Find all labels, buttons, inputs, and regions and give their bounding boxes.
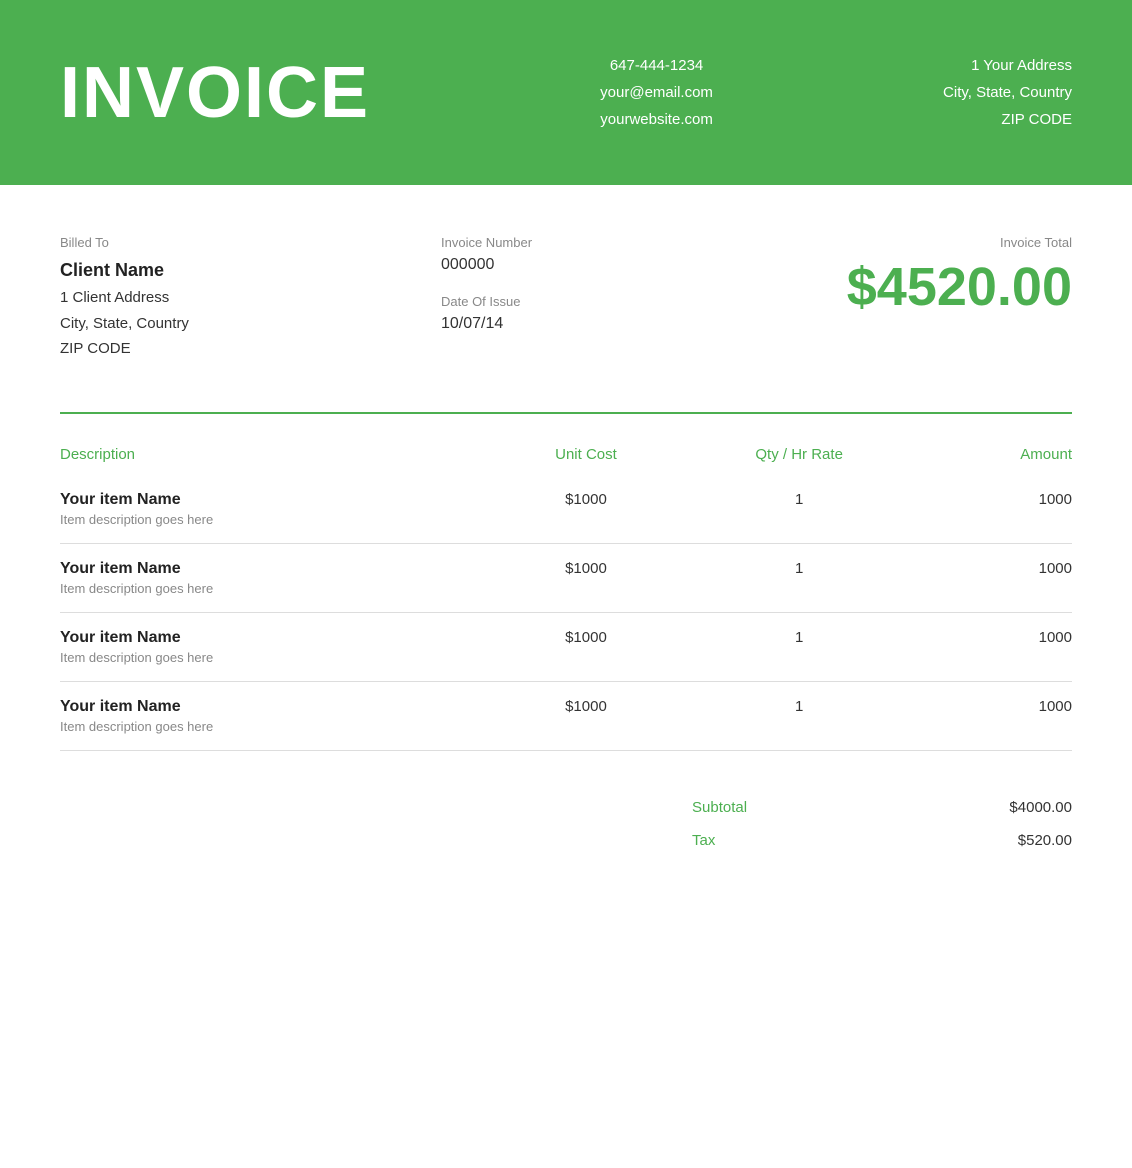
item-name: Your item Name (60, 629, 498, 647)
item-desc: Item description goes here (60, 512, 498, 527)
item-qty: 1 (674, 475, 924, 544)
header-address-line1: 1 Your Address (943, 52, 1072, 79)
subtotal-value: $4000.00 (1009, 799, 1072, 816)
item-desc: Item description goes here (60, 581, 498, 596)
invoice-table: Description Unit Cost Qty / Hr Rate Amou… (60, 434, 1072, 751)
item-unit-cost: $1000 (498, 475, 674, 544)
invoice-title: INVOICE (60, 52, 370, 134)
client-name: Client Name (60, 260, 360, 281)
item-desc: Item description goes here (60, 719, 498, 734)
item-desc: Item description goes here (60, 650, 498, 665)
client-address1: 1 Client Address (60, 285, 360, 311)
header-contact-info: 647-444-1234 your@email.com yourwebsite.… (600, 52, 713, 133)
totals-table: Subtotal $4000.00 Tax $520.00 (692, 791, 1072, 857)
billed-to-block: Billed To Client Name 1 Client Address C… (60, 235, 360, 362)
item-qty: 1 (674, 612, 924, 681)
invoice-total-amount: $4520.00 (772, 258, 1072, 317)
table-header-row: Description Unit Cost Qty / Hr Rate Amou… (60, 434, 1072, 475)
date-label: Date Of Issue (441, 294, 691, 309)
header-address-zip: ZIP CODE (943, 106, 1072, 133)
header-website: yourwebsite.com (600, 106, 713, 133)
item-amount: 1000 (924, 681, 1072, 750)
subtotal-row: Subtotal $4000.00 (692, 791, 1072, 824)
item-name: Your item Name (60, 698, 498, 716)
item-amount: 1000 (924, 475, 1072, 544)
item-description-cell: Your item Name Item description goes her… (60, 681, 498, 750)
table-row: Your item Name Item description goes her… (60, 681, 1072, 750)
invoice-body: Billed To Client Name 1 Client Address C… (0, 185, 1132, 907)
tax-row: Tax $520.00 (692, 824, 1072, 857)
invoice-document: INVOICE 647-444-1234 your@email.com your… (0, 0, 1132, 1168)
invoice-total-block: Invoice Total $4520.00 (772, 235, 1072, 362)
billing-section: Billed To Client Name 1 Client Address C… (60, 235, 1072, 362)
section-divider (60, 412, 1072, 414)
item-name: Your item Name (60, 560, 498, 578)
subtotal-label: Subtotal (692, 799, 747, 816)
tax-value: $520.00 (1018, 832, 1072, 849)
col-header-qty: Qty / Hr Rate (674, 434, 924, 475)
item-description-cell: Your item Name Item description goes her… (60, 543, 498, 612)
date-value: 10/07/14 (441, 315, 691, 333)
col-header-amount: Amount (924, 434, 1072, 475)
col-header-description: Description (60, 434, 498, 475)
header-address-info: 1 Your Address City, State, Country ZIP … (943, 52, 1072, 133)
invoice-number-value: 000000 (441, 256, 691, 274)
item-unit-cost: $1000 (498, 612, 674, 681)
item-amount: 1000 (924, 612, 1072, 681)
table-row: Your item Name Item description goes her… (60, 475, 1072, 544)
header-address-line2: City, State, Country (943, 79, 1072, 106)
client-zip: ZIP CODE (60, 336, 360, 362)
item-description-cell: Your item Name Item description goes her… (60, 612, 498, 681)
header-email: your@email.com (600, 79, 713, 106)
table-row: Your item Name Item description goes her… (60, 543, 1072, 612)
item-name: Your item Name (60, 491, 498, 509)
table-row: Your item Name Item description goes her… (60, 612, 1072, 681)
totals-section: Subtotal $4000.00 Tax $520.00 (60, 791, 1072, 857)
item-qty: 1 (674, 543, 924, 612)
invoice-items-body: Your item Name Item description goes her… (60, 475, 1072, 751)
header-phone: 647-444-1234 (600, 52, 713, 79)
client-address2: City, State, Country (60, 311, 360, 337)
item-description-cell: Your item Name Item description goes her… (60, 475, 498, 544)
item-qty: 1 (674, 681, 924, 750)
item-unit-cost: $1000 (498, 681, 674, 750)
col-header-unit-cost: Unit Cost (498, 434, 674, 475)
billed-to-label: Billed To (60, 235, 360, 250)
item-amount: 1000 (924, 543, 1072, 612)
item-unit-cost: $1000 (498, 543, 674, 612)
invoice-header: INVOICE 647-444-1234 your@email.com your… (0, 0, 1132, 185)
tax-label: Tax (692, 832, 715, 849)
invoice-details-block: Invoice Number 000000 Date Of Issue 10/0… (441, 235, 691, 362)
invoice-number-label: Invoice Number (441, 235, 691, 250)
invoice-total-label: Invoice Total (772, 235, 1072, 250)
